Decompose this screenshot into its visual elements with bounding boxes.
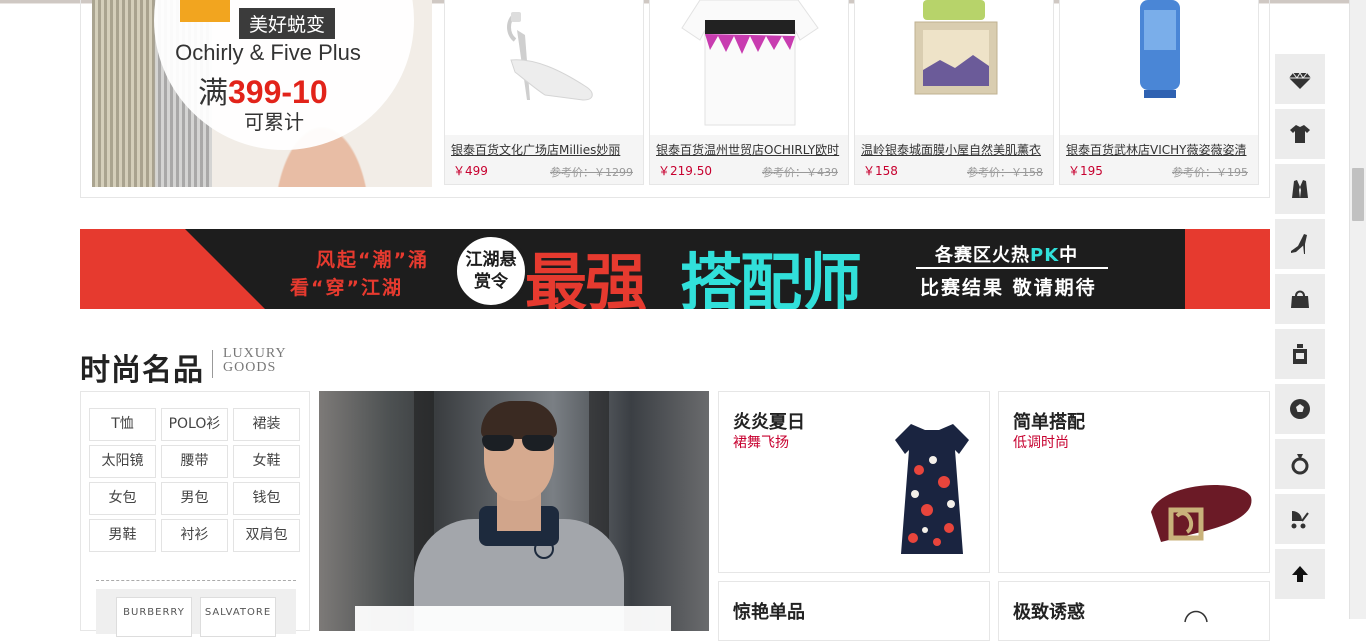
card-title: 炎炎夏日 xyxy=(733,412,805,433)
sidebar-diamond[interactable] xyxy=(1275,54,1325,104)
tshirt-icon xyxy=(1290,125,1310,143)
handbag-icon xyxy=(1291,290,1309,308)
card-title: 极致诱惑 xyxy=(1013,602,1085,623)
soccer-ball-icon xyxy=(1290,399,1310,419)
feature-card-simple[interactable]: 简单搭配 低调时尚 xyxy=(998,391,1270,573)
card-subtitle: 低调时尚 xyxy=(1013,435,1069,451)
banner-title-part2: 搭配师 xyxy=(680,246,862,309)
product-ref-price: 参考价：￥158 xyxy=(967,166,1043,179)
category-link[interactable]: 男包 xyxy=(161,482,228,515)
category-link[interactable]: 女鞋 xyxy=(233,445,300,478)
category-link[interactable]: 钱包 xyxy=(233,482,300,515)
scrollbar-thumb[interactable] xyxy=(1352,168,1364,221)
high-heel-icon xyxy=(1291,234,1307,254)
brand-logo-burberry[interactable]: BURBERRY xyxy=(116,597,192,637)
product-image[interactable] xyxy=(445,0,643,135)
promo-tag: 美好蜕变 xyxy=(239,8,336,39)
stylist-contest-banner[interactable]: 风起“潮”涌 看“穿”江湖 江湖悬赏令 最强 搭配师 各赛区火热PK中 比赛结果… xyxy=(80,229,1270,309)
feature-card-stunning[interactable]: 惊艳单品 xyxy=(718,581,990,641)
product-price: ￥158 xyxy=(863,164,898,178)
category-link[interactable]: T恤 xyxy=(89,408,156,441)
section-divider xyxy=(212,350,213,378)
sidebar-sports[interactable] xyxy=(1275,384,1325,434)
back-to-top-button[interactable] xyxy=(1275,549,1325,599)
product-price: ￥195 xyxy=(1068,164,1103,178)
banner-side-line2: 比赛结果 敬请期待 xyxy=(920,277,1097,299)
sidebar-perfume[interactable] xyxy=(1275,329,1325,379)
product-name-link[interactable]: 银泰百货武林店VICHY薇姿薇姿清 xyxy=(1066,141,1252,158)
product-card[interactable]: 银泰百货文化广场店Millies妙丽 ￥499 参考价：￥1299 xyxy=(444,0,644,185)
card-subtitle: 裙舞飞扬 xyxy=(733,435,789,451)
category-link[interactable]: 腰带 xyxy=(161,445,228,478)
banner-slogan-2: 看“穿”江湖 xyxy=(290,277,403,299)
category-link[interactable]: 衬衫 xyxy=(161,519,228,552)
category-grid: T恤 POLO衫 裙装 太阳镜 腰带 女鞋 女包 男包 钱包 男鞋 衬衫 双肩包 xyxy=(89,408,303,552)
section-title: 时尚名品 xyxy=(80,353,204,388)
promo-brand: Ochirly & Five Plus xyxy=(175,40,361,65)
page-scrollbar[interactable] xyxy=(1349,0,1366,619)
feature-card-temptation[interactable]: 极致诱惑 xyxy=(998,581,1270,641)
product-card[interactable]: 银泰百货温州世贸店OCHIRLY欧时 ￥219.50 参考价：￥439 xyxy=(649,0,849,185)
suit-icon xyxy=(1292,180,1308,198)
product-ref-price: 参考价：￥195 xyxy=(1172,166,1248,179)
diamond-icon xyxy=(1289,72,1311,89)
product-card[interactable]: 温岭银泰城面膜小屋自然美肌薰衣 ￥158 参考价：￥158 xyxy=(854,0,1054,185)
sidebar-jewelry[interactable] xyxy=(1275,439,1325,489)
category-link[interactable]: POLO衫 xyxy=(161,408,228,441)
product-price: ￥499 xyxy=(453,164,488,178)
category-link[interactable]: 双肩包 xyxy=(233,519,300,552)
feature-card-summer[interactable]: 炎炎夏日 裙舞飞扬 xyxy=(718,391,990,573)
card-title: 惊艳单品 xyxy=(733,602,805,623)
ring-icon xyxy=(1291,454,1309,475)
category-separator xyxy=(96,580,296,581)
category-link[interactable]: 女包 xyxy=(89,482,156,515)
sidebar-high-heels[interactable] xyxy=(1275,219,1325,269)
product-image[interactable] xyxy=(650,0,848,135)
brand-logo-salvatore[interactable]: SALVATORE xyxy=(200,597,276,637)
product-image[interactable] xyxy=(1060,0,1258,135)
sidebar-suit[interactable] xyxy=(1275,164,1325,214)
category-link[interactable]: 男鞋 xyxy=(89,519,156,552)
dress-image xyxy=(895,424,969,554)
category-box: T恤 POLO衫 裙装 太阳镜 腰带 女鞋 女包 男包 钱包 男鞋 衬衫 双肩包… xyxy=(80,391,310,637)
card-title: 简单搭配 xyxy=(1013,412,1085,433)
product-ref-price: 参考价：￥439 xyxy=(762,166,838,179)
sidebar-tshirt[interactable] xyxy=(1275,109,1325,159)
banner-side-line1: 各赛区火热PK中 xyxy=(935,245,1079,266)
sidebar-handbag[interactable] xyxy=(1275,274,1325,324)
back-to-top-icon xyxy=(1292,566,1308,582)
stroller-icon xyxy=(1291,511,1309,529)
product-name-link[interactable]: 银泰百货温州世贸店OCHIRLY欧时 xyxy=(656,141,842,158)
banner-badge: 江湖悬赏令 xyxy=(454,234,528,308)
category-link[interactable]: 太阳镜 xyxy=(89,445,156,478)
product-name-link[interactable]: 温岭银泰城面膜小屋自然美肌薰衣 xyxy=(861,141,1047,158)
product-price: ￥219.50 xyxy=(658,164,712,178)
promo-row: 美好蜕变 Ochirly & Five Plus 满399-10 可累计 银泰百… xyxy=(80,0,1270,198)
product-card[interactable]: 银泰百货武林店VICHY薇姿薇姿清 ￥195 参考价：￥195 xyxy=(1059,0,1259,185)
product-ref-price: 参考价：￥1299 xyxy=(550,166,633,179)
category-link[interactable]: 裙装 xyxy=(233,408,300,441)
hero-image-menswear[interactable] xyxy=(319,391,709,631)
belt-image xyxy=(1151,485,1252,542)
promo-banner-ochirly[interactable]: 美好蜕变 Ochirly & Five Plus 满399-10 可累计 xyxy=(92,0,432,187)
promo-note: 可累计 xyxy=(244,110,304,134)
section-english-title: LUXURY GOODS xyxy=(223,346,287,375)
banner-slogan-1: 风起“潮”涌 xyxy=(316,249,429,271)
product-name-link[interactable]: 银泰百货文化广场店Millies妙丽 xyxy=(451,141,637,158)
sidebar-baby[interactable] xyxy=(1275,494,1325,544)
product-image[interactable] xyxy=(855,0,1053,135)
perfume-icon xyxy=(1293,344,1307,364)
banner-title-part1: 最强 xyxy=(525,246,647,309)
